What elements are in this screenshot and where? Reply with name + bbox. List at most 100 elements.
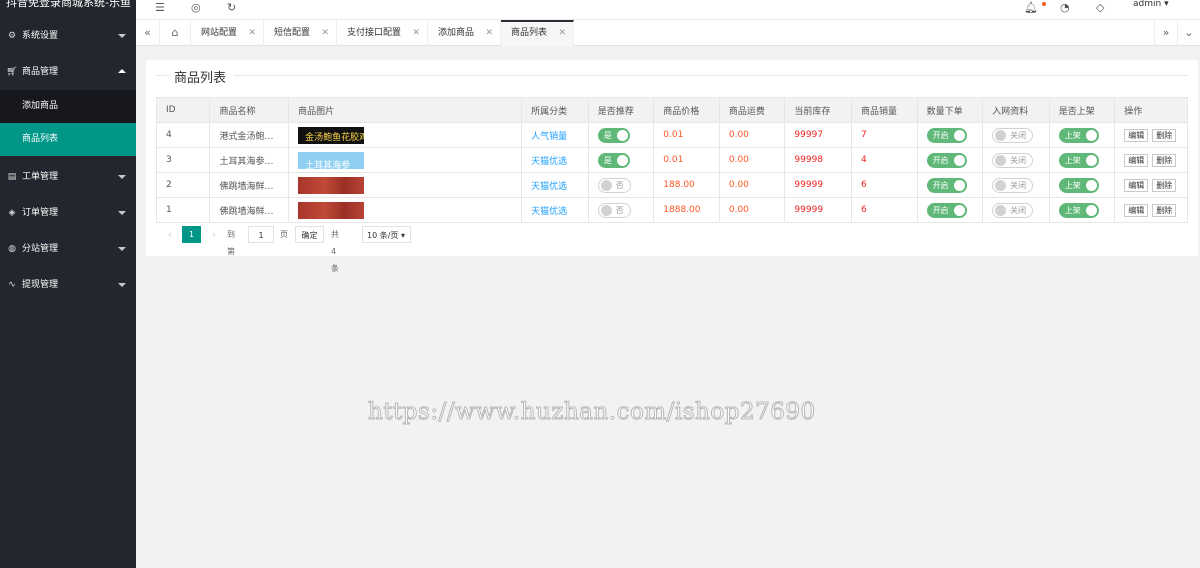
cell-category[interactable]: 人气销量: [521, 122, 589, 148]
sidebar-item-substations[interactable]: ◍ 分站管理: [0, 231, 136, 267]
sidebar-item-add-product[interactable]: 添加商品: [0, 90, 136, 123]
delete-button[interactable]: 删除: [1152, 203, 1177, 217]
on-shelf-toggle[interactable]: 上架: [1058, 202, 1099, 218]
sidebar-item-products[interactable]: 🛒︎ 商品管理: [0, 54, 136, 90]
net-info-toggle[interactable]: 关闭: [992, 177, 1034, 193]
refresh-icon[interactable]: ↻: [227, 1, 236, 14]
tabs-scroll-right-icon[interactable]: »: [1154, 20, 1178, 46]
recommend-toggle[interactable]: 否: [597, 177, 631, 193]
col-header[interactable]: 入网资料: [982, 97, 1050, 123]
product-image[interactable]: 土耳其海参: [298, 151, 365, 169]
cell-category[interactable]: 天猫优选: [521, 147, 589, 173]
on-shelf-toggle[interactable]: 上架: [1058, 127, 1099, 143]
user-menu[interactable]: admin ▾: [1133, 0, 1169, 9]
recommend-toggle[interactable]: 否: [597, 202, 631, 218]
qty-order-toggle[interactable]: 开启: [926, 127, 967, 143]
col-header[interactable]: 数量下单: [916, 97, 984, 123]
close-icon[interactable]: ✕: [321, 20, 329, 46]
close-icon[interactable]: ✕: [248, 20, 256, 46]
page-current[interactable]: 1: [182, 226, 201, 243]
goto-confirm-button[interactable]: 确定: [295, 226, 324, 243]
col-header[interactable]: ID: [155, 97, 211, 123]
tabs-scroll-left-icon[interactable]: «: [136, 20, 160, 46]
col-header[interactable]: 商品销量: [851, 97, 918, 123]
username: admin: [1133, 0, 1162, 9]
tab-site-config[interactable]: 网站配置 ✕: [191, 20, 264, 46]
on-shelf-toggle[interactable]: 上架: [1058, 152, 1099, 168]
cell-actions: 编辑 删除: [1114, 172, 1188, 198]
product-image[interactable]: 金汤鲍鱼花胶鸡: [298, 126, 365, 144]
caret-down-icon: ▾: [1164, 0, 1169, 9]
col-header[interactable]: 商品运费: [718, 97, 786, 123]
order-icon: ◈: [8, 208, 16, 218]
menu-toggle-icon[interactable]: ☰: [155, 1, 165, 14]
cell-actions: 编辑 删除: [1114, 147, 1188, 173]
recommend-toggle[interactable]: 是: [597, 127, 630, 143]
close-icon[interactable]: ✕: [412, 20, 420, 46]
sidebar-item-system-settings[interactable]: ⚙ 系统设置: [0, 18, 136, 54]
col-header[interactable]: 商品图片: [288, 97, 523, 123]
col-header[interactable]: 当前库存: [784, 97, 852, 123]
edit-button[interactable]: 编辑: [1124, 203, 1149, 217]
delete-button[interactable]: 删除: [1152, 178, 1177, 192]
cell-freight: 0.00: [718, 172, 786, 198]
toggle-knob: [995, 204, 1007, 216]
close-icon[interactable]: ✕: [558, 22, 566, 44]
delete-button[interactable]: 删除: [1152, 153, 1177, 167]
cell-freight: 0.00: [718, 147, 786, 173]
cell-name: 佛跳墙海鲜…: [209, 197, 290, 223]
page-size-select[interactable]: 10 条/页 ▾: [362, 226, 411, 243]
product-image[interactable]: [298, 176, 365, 194]
chevron-down-icon: [118, 211, 126, 215]
net-info-toggle[interactable]: 关闭: [992, 127, 1034, 143]
sidebar-item-withdrawals[interactable]: ∿ 提现管理: [0, 267, 136, 303]
prev-page-icon[interactable]: ‹: [162, 226, 178, 243]
tabs-menu-chevron-icon[interactable]: ⌄: [1178, 20, 1200, 46]
goto-page-input[interactable]: 1: [248, 226, 274, 243]
edit-button[interactable]: 编辑: [1124, 178, 1149, 192]
tab-add-product[interactable]: 添加商品 ✕: [428, 20, 501, 46]
qty-order-toggle[interactable]: 开启: [926, 152, 967, 168]
edit-button[interactable]: 编辑: [1124, 128, 1149, 142]
recommend-toggle[interactable]: 是: [597, 152, 630, 168]
toggle-knob: [600, 204, 612, 216]
cell-category[interactable]: 天猫优选: [521, 172, 589, 198]
toggle-knob: [995, 154, 1007, 166]
home-icon[interactable]: ⌂: [160, 20, 191, 46]
col-header[interactable]: 所属分类: [521, 97, 589, 123]
cell-image: [288, 172, 523, 198]
product-image[interactable]: [298, 201, 365, 219]
col-header[interactable]: 是否上架: [1048, 97, 1116, 123]
tab-sms-config[interactable]: 短信配置 ✕: [264, 20, 337, 46]
tag-icon[interactable]: ◇: [1096, 1, 1104, 14]
net-info-toggle[interactable]: 关闭: [992, 152, 1034, 168]
cell-name: 港式金汤鲍…: [209, 122, 290, 148]
sidebar-item-tickets[interactable]: ▤ 工单管理: [0, 159, 136, 195]
tab-payment-config[interactable]: 支付接口配置 ✕: [337, 20, 428, 46]
cell-id: 3: [155, 147, 211, 173]
edit-button[interactable]: 编辑: [1124, 153, 1149, 167]
qty-order-toggle[interactable]: 开启: [926, 177, 967, 193]
col-header[interactable]: 商品价格: [653, 97, 720, 123]
cell-price: 188.00: [653, 172, 720, 198]
watermark-text: https://www.huzhan.com/ishop27690: [368, 399, 816, 426]
col-header[interactable]: 操作: [1114, 97, 1188, 123]
cell-recommend: 是: [587, 122, 655, 148]
sidebar-item-orders[interactable]: ◈ 订单管理: [0, 195, 136, 231]
bell-icon[interactable]: 🔔︎: [1024, 1, 1038, 14]
cell-actions: 编辑 删除: [1114, 122, 1188, 148]
net-info-toggle[interactable]: 关闭: [992, 202, 1034, 218]
qty-order-toggle[interactable]: 开启: [926, 202, 967, 218]
next-page-icon[interactable]: ›: [206, 226, 222, 243]
close-icon[interactable]: ✕: [485, 20, 493, 46]
cell-category[interactable]: 天猫优选: [521, 197, 589, 223]
sidebar-item-product-list[interactable]: 商品列表: [0, 123, 136, 156]
tab-product-list[interactable]: 商品列表 ✕: [501, 20, 574, 46]
col-header[interactable]: 商品名称: [209, 97, 290, 123]
tab-label: 商品列表: [511, 28, 548, 38]
on-shelf-toggle[interactable]: 上架: [1058, 177, 1099, 193]
website-icon[interactable]: ◎: [191, 1, 201, 14]
dashboard-icon[interactable]: ◔: [1060, 1, 1070, 14]
col-header[interactable]: 是否推荐: [587, 97, 655, 123]
delete-button[interactable]: 删除: [1152, 128, 1177, 142]
